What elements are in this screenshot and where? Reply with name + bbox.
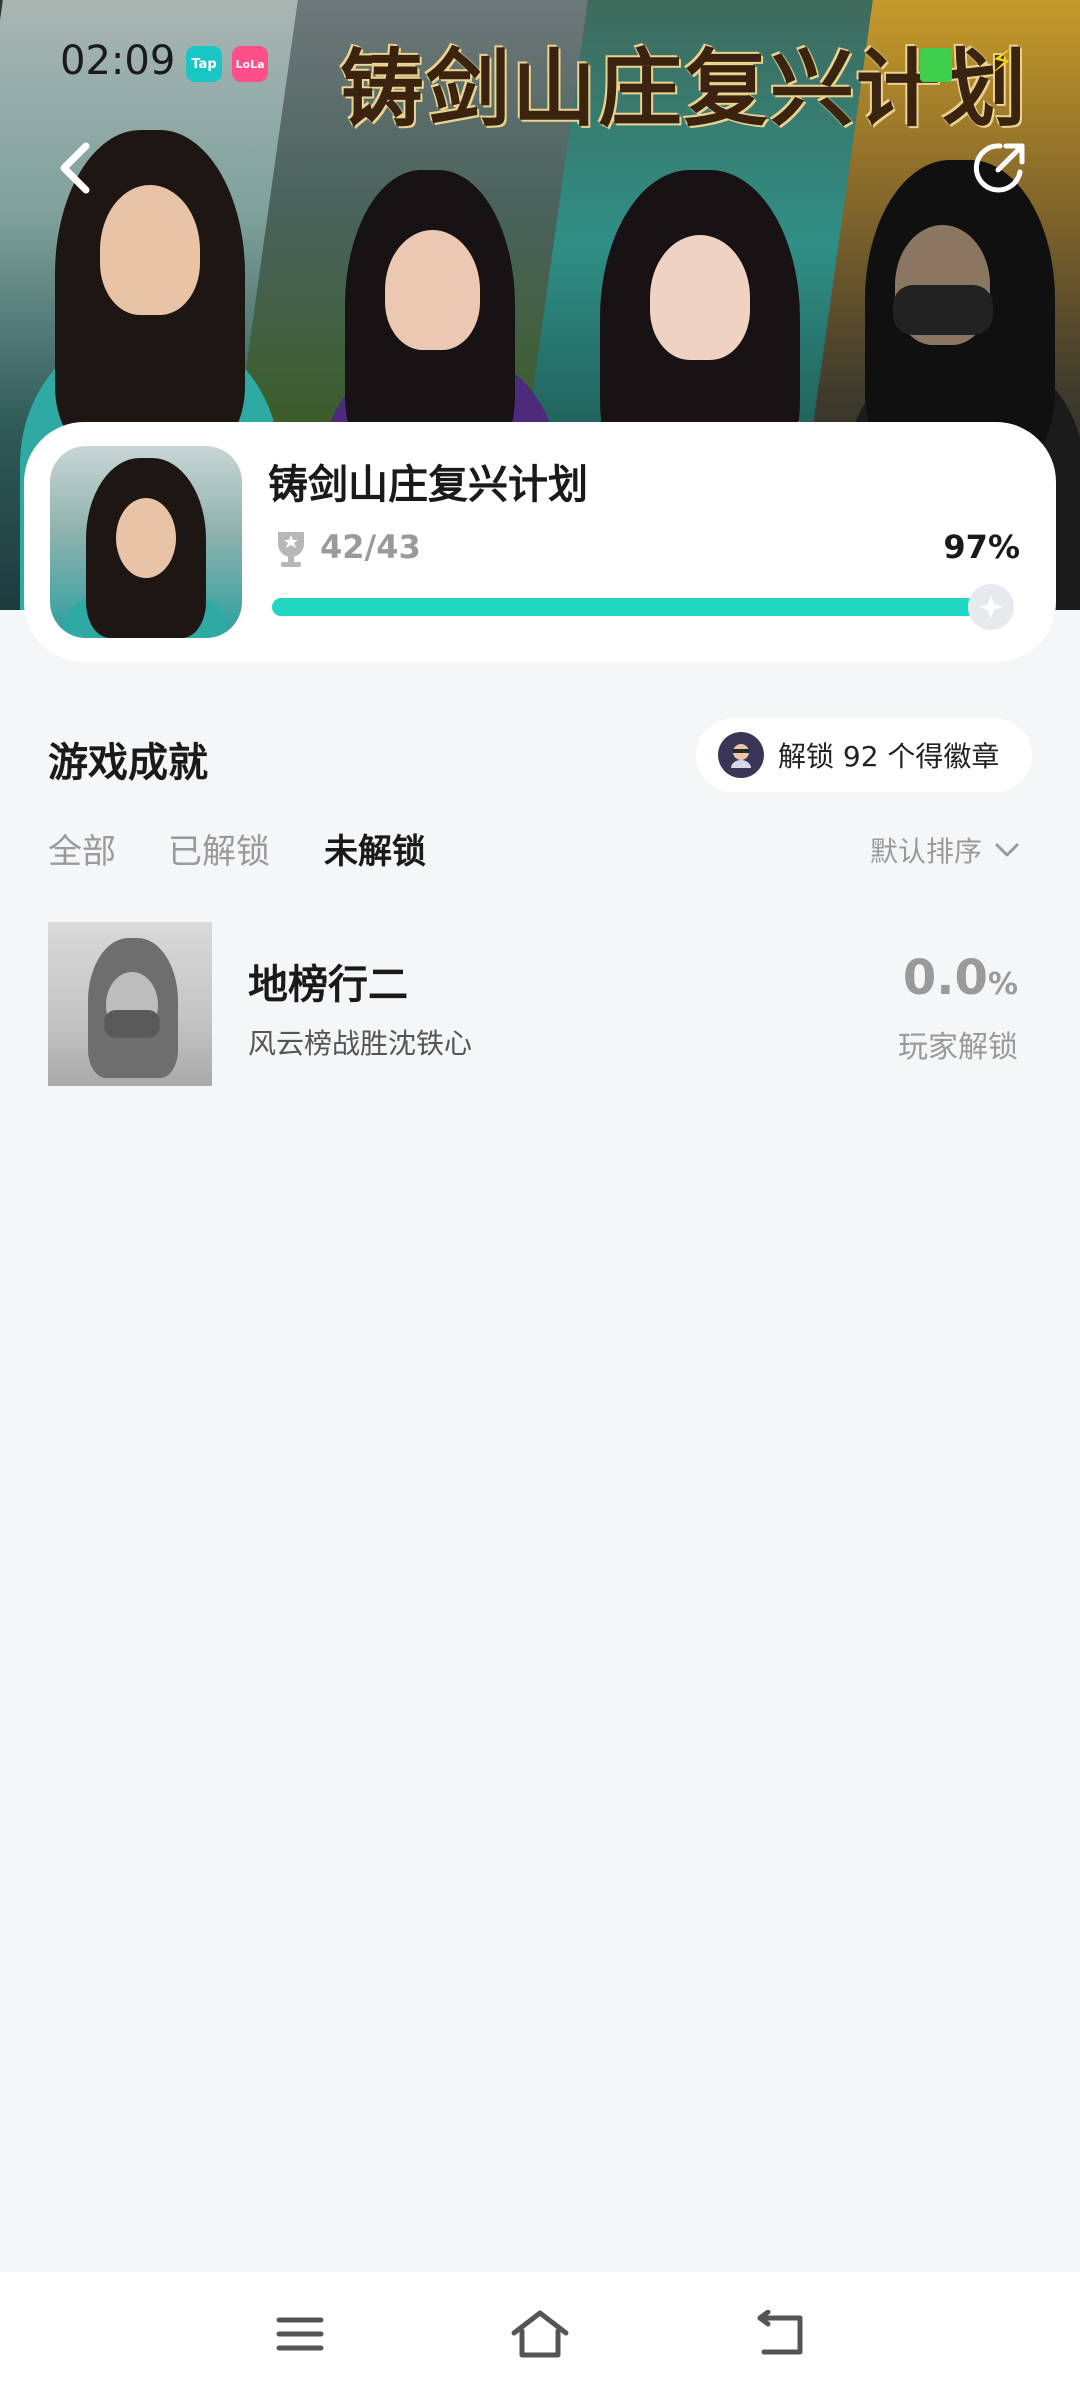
completion-percent: 97% (943, 528, 1020, 566)
tab-locked[interactable]: 未解锁 (324, 824, 426, 873)
home-icon (511, 2310, 569, 2358)
sort-dropdown[interactable]: 默认排序 (870, 830, 1020, 870)
unlock-rate: 0.0% (903, 950, 1018, 1006)
share-button[interactable] (960, 128, 1040, 208)
tap-app-icon: Tap (186, 46, 222, 82)
unlock-rate-value: 0.0 (902, 950, 988, 1006)
back-button[interactable] (34, 128, 114, 208)
chevron-down-icon (995, 843, 1019, 857)
back-icon (757, 2310, 803, 2355)
achievement-description: 风云榜战胜沈铁心 (248, 1027, 473, 1060)
badge-reward-pill[interactable]: 解锁 92 个得徽章 (696, 718, 1032, 792)
lofter-app-icon: LoLa (232, 46, 268, 82)
badge-star-icon (968, 584, 1014, 630)
trophy-icon (278, 532, 304, 567)
system-back-button[interactable] (748, 2302, 812, 2366)
achievement-title: 地榜行二 (248, 962, 408, 1008)
tab-unlocked[interactable]: 已解锁 (168, 824, 270, 873)
home-button[interactable] (508, 2302, 572, 2366)
unlock-rate-unit: % (987, 967, 1018, 1002)
badge-reward-text: 解锁 92 个得徽章 (778, 740, 1000, 773)
achievement-count: 42/43 (320, 528, 421, 566)
menu-icon (276, 2317, 324, 2351)
game-info-card[interactable]: 铸剑山庄复兴计划 42/43 97% (24, 422, 1056, 662)
system-nav-bar (0, 2272, 1080, 2400)
screen: 铸剑山庄复兴计划 02:09 Tap LoLa ⚡ 铸剑山庄复兴计划 42/43… (0, 0, 1080, 2400)
character-figure (385, 230, 480, 350)
progress-fill (272, 598, 977, 616)
character-figure (100, 185, 200, 315)
charging-icon: ⚡ (990, 42, 1014, 82)
banner-title: 铸剑山庄复兴计划 (340, 39, 1029, 138)
badge-avatar-icon (718, 732, 764, 778)
share-icon (973, 143, 1025, 193)
tab-all[interactable]: 全部 (48, 824, 116, 873)
game-name: 铸剑山庄复兴计划 (268, 462, 588, 508)
achievement-image (48, 922, 212, 1086)
game-cover-image (50, 446, 242, 638)
character-figure (650, 235, 750, 360)
achievement-item[interactable]: 地榜行二 风云榜战胜沈铁心 0.0% 玩家解锁 (0, 922, 1080, 1086)
chevron-left-icon (60, 142, 90, 194)
status-time: 02:09 (60, 38, 176, 84)
character-figure (893, 285, 993, 335)
section-title: 游戏成就 (48, 740, 208, 786)
sort-label: 默认排序 (870, 835, 983, 868)
battery-icon (920, 48, 952, 82)
progress-bar (272, 598, 998, 616)
recent-apps-button[interactable] (268, 2302, 332, 2366)
unlock-rate-label: 玩家解锁 (898, 1030, 1018, 1065)
